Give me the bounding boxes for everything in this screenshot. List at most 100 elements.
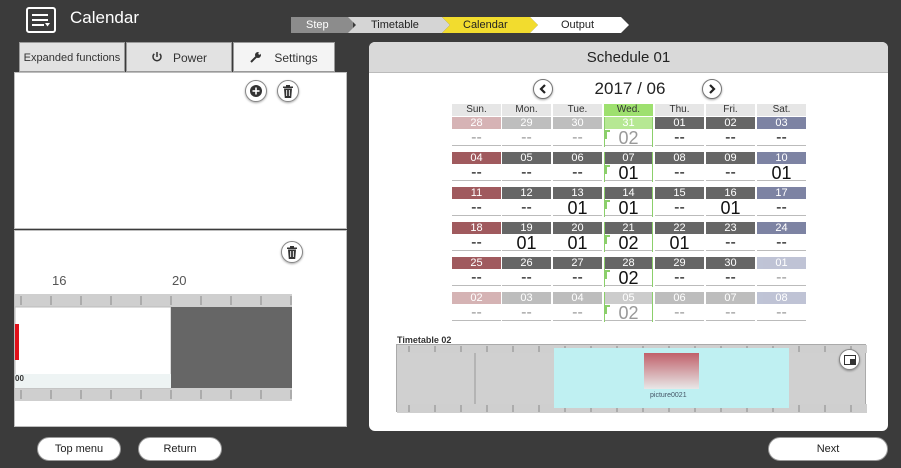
calendar-day-cell[interactable]: 06 -- xyxy=(553,152,602,182)
calendar-day-cell[interactable]: 02 -- xyxy=(706,117,755,147)
calendar-day-cell[interactable]: 10 01 xyxy=(757,152,806,182)
calendar-day-cell[interactable]: 03 -- xyxy=(502,292,551,322)
add-button[interactable] xyxy=(245,80,267,102)
prev-month-button[interactable] xyxy=(533,79,553,99)
calendar-day-cell[interactable]: 28 02 xyxy=(604,257,653,287)
timeline-clip-dark[interactable] xyxy=(171,307,292,388)
day-number: 04 xyxy=(452,152,501,164)
calendar-day-cell[interactable]: 06 -- xyxy=(655,292,704,322)
day-number: 06 xyxy=(553,152,602,164)
schedule-value: -- xyxy=(706,234,755,251)
top-menu-button[interactable]: Top menu xyxy=(37,437,121,461)
calendar-day-cell[interactable]: 04 -- xyxy=(553,292,602,322)
calendar-day-cell[interactable]: 05 -- xyxy=(502,152,551,182)
schedule-value: -- xyxy=(553,129,602,146)
calendar-day-cell[interactable]: 14 01 xyxy=(604,187,653,217)
calendar-day-cell[interactable]: 26 -- xyxy=(502,257,551,287)
calendar-day-cell[interactable]: 17 -- xyxy=(757,187,806,217)
calendar-day-cell[interactable]: 12 -- xyxy=(502,187,551,217)
calendar-day-cell[interactable]: 31 02 xyxy=(604,117,653,147)
calendar-day-cell[interactable]: 30 -- xyxy=(553,117,602,147)
day-number: 08 xyxy=(757,292,806,304)
day-number: 26 xyxy=(502,257,551,269)
calendar-day-cell[interactable]: 16 01 xyxy=(706,187,755,217)
tab-expanded-functions[interactable]: Expanded functions xyxy=(19,42,125,72)
schedule-value: -- xyxy=(757,304,806,321)
day-number: 15 xyxy=(655,187,704,199)
chevron-left-icon xyxy=(539,84,546,94)
schedule-value: -- xyxy=(706,269,755,286)
calendar-day-cell[interactable]: 20 01 xyxy=(553,222,602,252)
schedule-value: -- xyxy=(706,164,755,181)
calendar-day-cell[interactable]: 30 -- xyxy=(706,257,755,287)
calendar-day-cell[interactable]: 18 -- xyxy=(452,222,501,252)
day-number: 03 xyxy=(757,117,806,129)
return-button[interactable]: Return xyxy=(138,437,222,461)
delete-button[interactable] xyxy=(277,80,299,102)
schedule-value: -- xyxy=(553,164,602,181)
weekday-sat: Sat. xyxy=(757,104,806,116)
schedule-value: -- xyxy=(553,304,602,321)
calendar-day-cell[interactable]: 28 -- xyxy=(452,117,501,147)
day-number: 12 xyxy=(502,187,551,199)
expand-icon xyxy=(843,354,856,365)
calendar-day-cell[interactable]: 15 -- xyxy=(655,187,704,217)
calendar-day-cell[interactable]: 13 01 xyxy=(553,187,602,217)
step-timetable-label[interactable]: Timetable xyxy=(371,17,419,33)
calendar-day-cell[interactable]: 19 01 xyxy=(502,222,551,252)
clip-thumbnail-edge xyxy=(15,324,19,360)
schedule-value: 01 xyxy=(655,234,704,252)
today-marker xyxy=(605,165,610,174)
calendar-day-cell[interactable]: 05 02 xyxy=(604,292,653,322)
menu-button[interactable] xyxy=(26,7,56,33)
calendar-day-cell[interactable]: 24 -- xyxy=(757,222,806,252)
next-button[interactable]: Next xyxy=(768,437,888,461)
calendar-day-cell[interactable]: 29 -- xyxy=(502,117,551,147)
step-calendar-label[interactable]: Calendar xyxy=(463,17,508,33)
calendar-day-cell[interactable]: 11 -- xyxy=(452,187,501,217)
calendar-day-cell[interactable]: 27 -- xyxy=(553,257,602,287)
schedule-value: -- xyxy=(757,269,806,286)
tab-power[interactable]: Power xyxy=(126,42,232,72)
schedule-value: 01 xyxy=(757,164,806,182)
day-number: 04 xyxy=(553,292,602,304)
calendar-day-cell[interactable]: 09 -- xyxy=(706,152,755,182)
tab-settings[interactable]: Settings xyxy=(233,42,335,72)
schedule-value: -- xyxy=(452,199,501,216)
weekday-wed: Wed. xyxy=(604,104,653,116)
delete-timeline-button[interactable] xyxy=(281,241,303,263)
calendar-day-cell[interactable]: 23 -- xyxy=(706,222,755,252)
weekday-mon: Mon. xyxy=(502,104,551,116)
schedule-value: -- xyxy=(452,269,501,286)
weekday-tue: Tue. xyxy=(553,104,602,116)
schedule-value: -- xyxy=(757,199,806,216)
calendar-day-cell[interactable]: 08 -- xyxy=(655,152,704,182)
calendar-day-cell[interactable]: 03 -- xyxy=(757,117,806,147)
day-number: 02 xyxy=(706,117,755,129)
calendar-day-cell[interactable]: 07 -- xyxy=(706,292,755,322)
tab-expanded-functions-label: Expanded functions xyxy=(23,52,121,64)
calendar-day-cell[interactable]: 25 -- xyxy=(452,257,501,287)
day-number: 29 xyxy=(502,117,551,129)
day-number: 29 xyxy=(655,257,704,269)
next-month-button[interactable] xyxy=(702,79,722,99)
calendar-day-cell[interactable]: 01 -- xyxy=(757,257,806,287)
calendar-day-cell[interactable]: 01 -- xyxy=(655,117,704,147)
calendar-day-cell[interactable]: 08 -- xyxy=(757,292,806,322)
schedule-value: -- xyxy=(452,129,501,146)
calendar-day-cell[interactable]: 07 01 xyxy=(604,152,653,182)
calendar-day-cell[interactable]: 21 02 xyxy=(604,222,653,252)
clip-label: picture0021 xyxy=(650,392,687,399)
step-output-label[interactable]: Output xyxy=(561,17,594,33)
step-header-label: Step xyxy=(306,19,329,31)
calendar-day-cell[interactable]: 22 01 xyxy=(655,222,704,252)
calendar-day-cell[interactable]: 29 -- xyxy=(655,257,704,287)
calendar-day-cell[interactable]: 04 -- xyxy=(452,152,501,182)
schedule-value: -- xyxy=(757,129,806,146)
schedule-value: 01 xyxy=(706,199,755,217)
schedule-value: 01 xyxy=(605,164,652,182)
plus-icon xyxy=(250,85,262,97)
day-number: 08 xyxy=(655,152,704,164)
calendar-day-cell[interactable]: 02 -- xyxy=(452,292,501,322)
expand-button[interactable] xyxy=(839,349,860,370)
